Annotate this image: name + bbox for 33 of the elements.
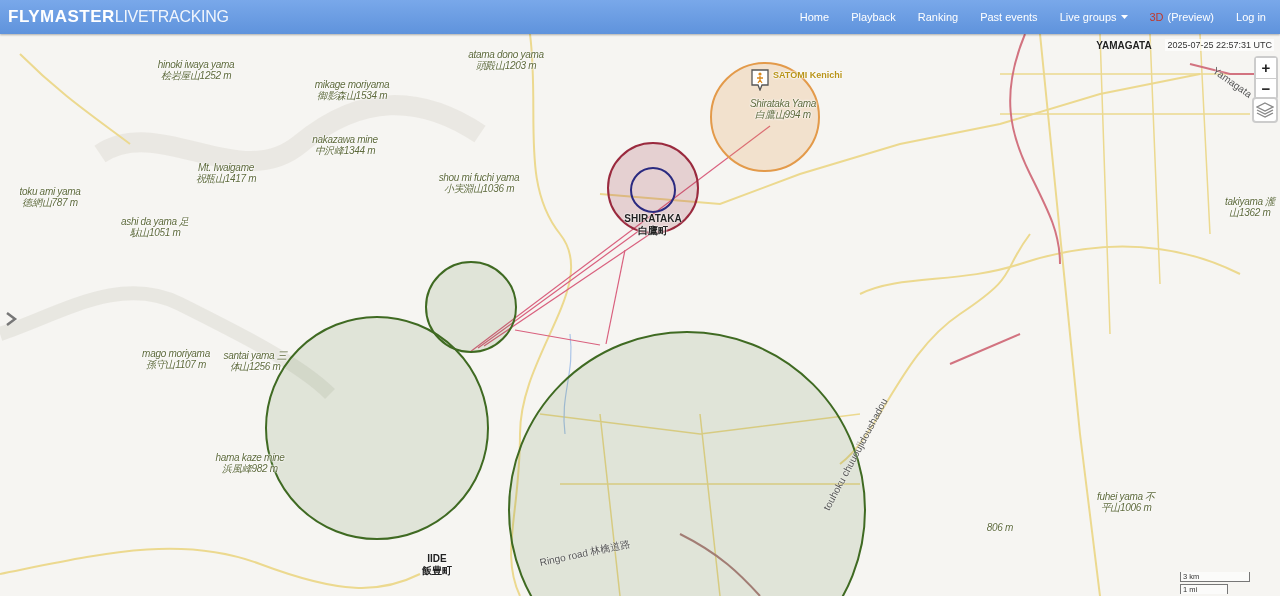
nav-link[interactable]: Log in bbox=[1236, 11, 1266, 23]
peak-label: fuhei yama 不 平山1006 m bbox=[1096, 491, 1156, 513]
peak-label: santai yama 三 体山1256 m bbox=[223, 350, 287, 372]
nav-link[interactable]: Home bbox=[799, 11, 830, 23]
peak-label: atama dono yama 頭殿山1203 m bbox=[468, 49, 544, 71]
timestamp: 2025-07-25 22:57:31 UTC bbox=[1165, 39, 1274, 51]
road-label: Ringo road 林檎道路 bbox=[538, 537, 632, 570]
nav-dropdown[interactable]: Live groups bbox=[1059, 11, 1128, 23]
logo-subtitle: LIVETRACKING bbox=[114, 8, 229, 26]
caret-icon bbox=[1120, 15, 1128, 19]
pilot-marker-icon[interactable] bbox=[751, 69, 769, 91]
peak-label: ashi da yama 足 駄山1051 m bbox=[120, 216, 190, 238]
chevron-right-icon bbox=[4, 310, 18, 328]
layers-button[interactable] bbox=[1252, 97, 1278, 123]
logo[interactable]: FLYMASTER bbox=[8, 7, 115, 27]
layers-icon bbox=[1256, 101, 1274, 119]
peak-label: nakazawa mine 中沢峰1344 m bbox=[312, 134, 378, 156]
zoom-out-button[interactable]: − bbox=[1256, 78, 1276, 98]
peak-label: hinoki iwaya yama 桧岩屋山1252 m bbox=[157, 59, 235, 81]
nav-link[interactable]: Past events bbox=[980, 11, 1038, 23]
peak-label: 806 m bbox=[986, 522, 1014, 533]
place-label: IIDE 飯豊町 bbox=[422, 553, 452, 577]
peak-label: takiyama 瀧 山1362 m bbox=[1225, 196, 1275, 218]
peak-label: toku ami yama 徳網山787 m bbox=[19, 186, 81, 208]
nav-link[interactable]: Playback bbox=[851, 11, 896, 23]
peak-label: Shirataka Yama 白鷹山994 m bbox=[750, 98, 816, 120]
peak-label: mago moriyama 孫守山1107 m bbox=[142, 348, 210, 370]
place-label: YAMAGATA bbox=[1096, 40, 1152, 52]
peak-label: mikage moriyama 御影森山1534 m bbox=[314, 79, 390, 101]
nav-link[interactable]: Ranking bbox=[917, 11, 959, 23]
nav-link[interactable]: 3D (Preview) bbox=[1149, 11, 1214, 23]
peak-label: shou mi fuchi yama 小実淵山1036 m bbox=[438, 172, 520, 194]
peak-label: Mt. Iwaigame 祝瓶山1417 m bbox=[195, 162, 257, 184]
